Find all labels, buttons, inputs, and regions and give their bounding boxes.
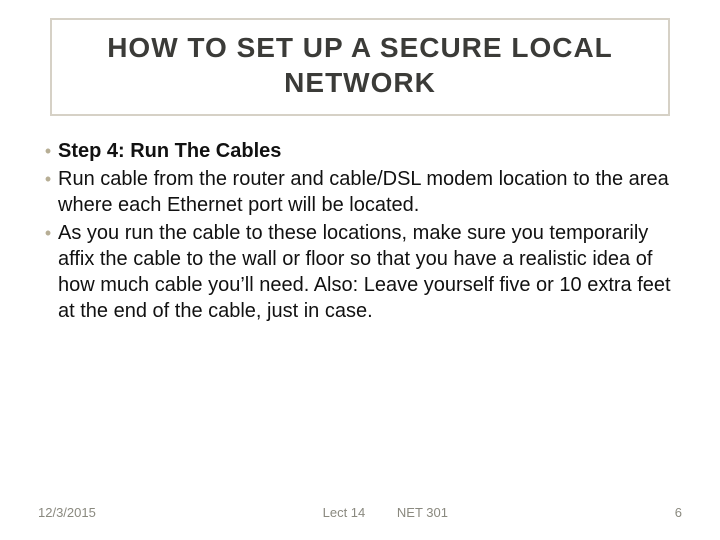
bullet-dot-icon: •	[38, 138, 58, 164]
footer-date: 12/3/2015	[38, 505, 96, 520]
footer-lecture: Lect 14	[323, 505, 366, 520]
bullet-text: Step 4: Run The Cables	[58, 138, 682, 164]
slide-title: HOW TO SET UP A SECURE LOCAL NETWORK	[66, 30, 654, 100]
footer-center: Lect 14 NET 301	[96, 505, 675, 520]
bullet-item: • Run cable from the router and cable/DS…	[38, 166, 682, 218]
footer-page-number: 6	[675, 505, 682, 520]
bullet-dot-icon: •	[38, 166, 58, 218]
footer-course: NET 301	[397, 505, 448, 520]
bullet-text: As you run the cable to these locations,…	[58, 220, 682, 324]
bullet-dot-icon: •	[38, 220, 58, 324]
bullet-item: • As you run the cable to these location…	[38, 220, 682, 324]
bullet-text: Run cable from the router and cable/DSL …	[58, 166, 682, 218]
title-box: HOW TO SET UP A SECURE LOCAL NETWORK	[50, 18, 670, 116]
slide-body: • Step 4: Run The Cables • Run cable fro…	[38, 138, 682, 326]
slide-footer: 12/3/2015 Lect 14 NET 301 6	[38, 505, 682, 520]
slide: HOW TO SET UP A SECURE LOCAL NETWORK • S…	[0, 0, 720, 540]
bullet-item: • Step 4: Run The Cables	[38, 138, 682, 164]
